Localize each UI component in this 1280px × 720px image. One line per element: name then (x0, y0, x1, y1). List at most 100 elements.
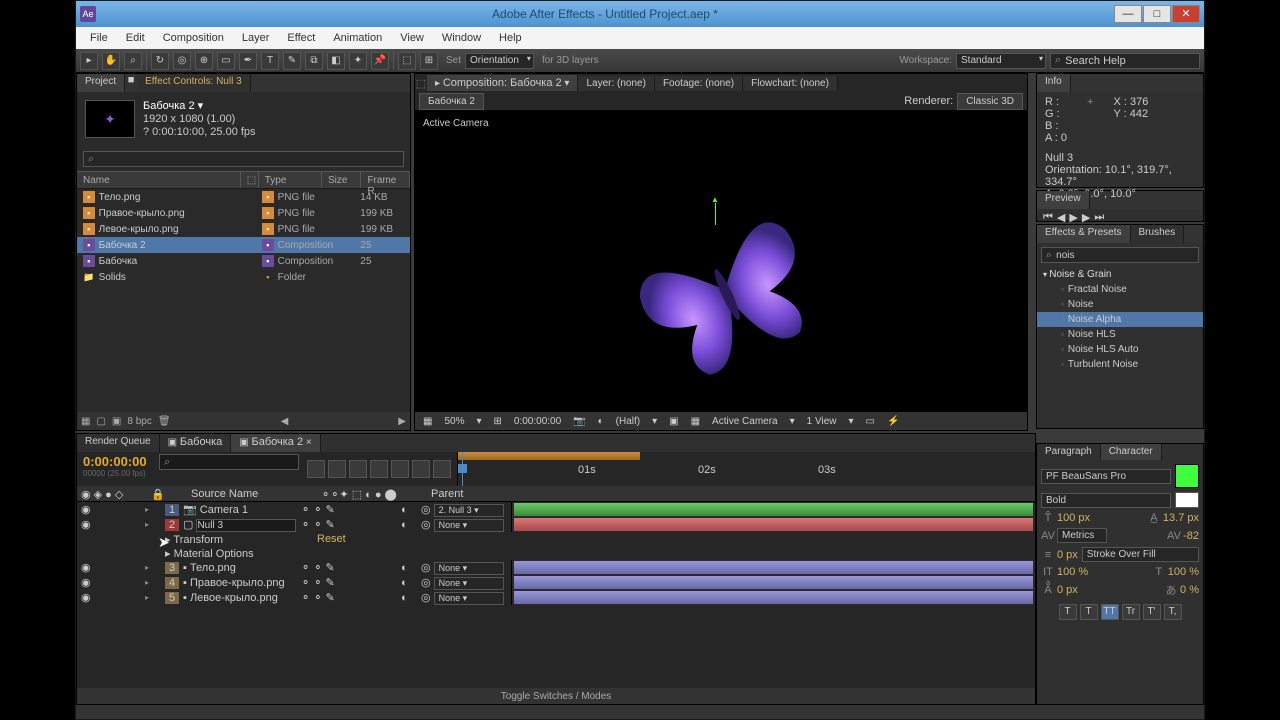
tab-render-queue[interactable]: Render Queue (77, 434, 160, 452)
hscale-input[interactable]: 100 % (1168, 566, 1199, 578)
puppet-tool-icon[interactable]: 📌 (371, 52, 389, 70)
hand-tool-icon[interactable]: ✋ (102, 52, 120, 70)
tab-footage[interactable]: Footage: (none) (655, 76, 743, 91)
small-caps-button[interactable]: Tr (1122, 604, 1140, 620)
maximize-button[interactable]: □ (1143, 5, 1171, 23)
effect-item[interactable]: Turbulent Noise (1037, 357, 1203, 372)
trash-icon[interactable]: 🗑 (158, 416, 171, 427)
effects-group[interactable]: Noise & Grain (1037, 267, 1203, 282)
kerning-select[interactable]: Metrics (1057, 528, 1107, 543)
camera-tool-icon[interactable]: ◎ (173, 52, 191, 70)
stroke-color-swatch[interactable] (1175, 492, 1199, 508)
comp-mini-icon[interactable] (307, 460, 325, 478)
tab-effect-controls[interactable]: Effect Controls: Null 3 (137, 74, 251, 92)
tab-flowchart[interactable]: Flowchart: (none) (743, 76, 838, 91)
project-item[interactable]: ▪Левое-крыло.png▪PNG file199 KB (77, 221, 410, 237)
channels-icon[interactable]: ◐ (594, 416, 608, 427)
last-frame-icon[interactable]: ⏭ (1094, 211, 1104, 224)
project-item[interactable]: ▪Правое-крыло.png▪PNG file199 KB (77, 205, 410, 221)
folder-icon[interactable]: ▢ (96, 416, 105, 427)
toggle-switches[interactable]: Toggle Switches / Modes (501, 691, 612, 702)
comp-icon[interactable]: ▣ (112, 416, 121, 427)
close-button[interactable]: ✕ (1172, 5, 1200, 23)
menu-file[interactable]: File (82, 29, 116, 47)
effect-item[interactable]: Fractal Noise (1037, 282, 1203, 297)
stroke-width-input[interactable]: 0 px (1057, 549, 1078, 561)
type-tool-icon[interactable]: T (261, 52, 279, 70)
res-icon[interactable]: ⊞ (490, 416, 506, 427)
tab-preview[interactable]: Preview (1037, 191, 1090, 209)
project-item[interactable]: ▪Бабочка 2▪Composition25 (77, 237, 410, 253)
timecode-display[interactable]: 0:00:00:00 (510, 416, 565, 427)
local-axis-icon[interactable]: ⬚ (398, 52, 416, 70)
tab-project[interactable]: Project (77, 74, 125, 92)
draft3d-icon[interactable] (328, 460, 346, 478)
clone-tool-icon[interactable]: ⧉ (305, 52, 323, 70)
rect-tool-icon[interactable]: ▭ (217, 52, 235, 70)
timeline-layer[interactable]: ◉▸2▢ ⚬ ⚬ ✎◐◎ None ▾ (77, 517, 1035, 532)
menu-help[interactable]: Help (491, 29, 530, 47)
zoom-tool-icon[interactable]: ⌕ (124, 52, 142, 70)
timeline-layer[interactable]: ◉▸1📷 Camera 1⚬ ⚬ ✎◐◎ 2. Null 3 ▾ (77, 502, 1035, 517)
play-icon[interactable]: ▶ (1069, 211, 1077, 224)
pan-behind-tool-icon[interactable]: ⊕ (195, 52, 213, 70)
grid-icon[interactable]: ▦ (419, 416, 436, 427)
tab-comp-babochka2[interactable]: ▣ Бабочка 2 × (231, 434, 320, 452)
time-ruler[interactable]: 01s 02s 03s (457, 452, 1035, 486)
faux-italic-button[interactable]: T (1080, 604, 1098, 620)
snapshot-icon[interactable]: 📷 (569, 416, 589, 427)
timeline-layer[interactable]: ◉▸5▪ Левое-крыло.png⚬ ⚬ ✎◐◎ None ▾ (77, 590, 1035, 605)
prop-material[interactable]: ▸ Material Options (77, 546, 1035, 560)
tab-brushes[interactable]: Brushes (1131, 225, 1185, 243)
workspace-select[interactable]: Standard (956, 53, 1046, 69)
first-frame-icon[interactable]: ⏮ (1043, 211, 1053, 224)
timeline-search-input[interactable] (159, 454, 299, 470)
world-axis-icon[interactable]: ⊞ (420, 52, 438, 70)
prop-transform[interactable]: ▸ TransformReset (77, 532, 1035, 546)
view-select[interactable]: 1 View (803, 416, 841, 427)
tab-effects[interactable]: Effects & Presets (1037, 225, 1131, 243)
next-frame-icon[interactable]: ▶ (1082, 211, 1090, 224)
fill-color-swatch[interactable] (1175, 464, 1199, 488)
vscale-input[interactable]: 100 % (1057, 566, 1088, 578)
menu-window[interactable]: Window (434, 29, 489, 47)
menu-layer[interactable]: Layer (234, 29, 278, 47)
camera-select[interactable]: Active Camera (708, 416, 782, 427)
menu-view[interactable]: View (392, 29, 432, 47)
tab-paragraph[interactable]: Paragraph (1037, 444, 1101, 460)
tab-composition[interactable]: ▸ Composition: Бабочка 2 ▾ (427, 75, 578, 91)
subscript-button[interactable]: T, (1164, 604, 1182, 620)
bpc-icon[interactable]: ▦ (81, 416, 90, 427)
comp-subtab[interactable]: Бабочка 2 (419, 93, 484, 110)
font-size-input[interactable]: 100 px (1057, 512, 1090, 524)
tracking-input[interactable]: -82 (1183, 530, 1199, 542)
project-item[interactable]: 📁Solids▪Folder (77, 269, 410, 285)
tab-info[interactable]: Info (1037, 74, 1071, 92)
brainstorm-icon[interactable] (391, 460, 409, 478)
effects-search-input[interactable] (1041, 247, 1199, 263)
fast-preview-icon[interactable]: ⚡ (883, 416, 903, 427)
motion-blur-icon[interactable] (370, 460, 388, 478)
baseline-input[interactable]: 0 px (1057, 584, 1078, 596)
brush-tool-icon[interactable]: ✎ (283, 52, 301, 70)
resolution-select[interactable]: (Half) (612, 416, 644, 427)
effect-item[interactable]: Noise HLS Auto (1037, 342, 1203, 357)
timeline-layer[interactable]: ◉▸3▪ Тело.png⚬ ⚬ ✎◐◎ None ▾ (77, 560, 1035, 575)
minimize-button[interactable]: — (1114, 5, 1142, 23)
project-item[interactable]: ▪Бабочка▪Composition25 (77, 253, 410, 269)
effect-item[interactable]: Noise Alpha (1037, 312, 1203, 327)
current-time[interactable]: 0:00:00:00 00000 (25.00 fps) (77, 452, 157, 486)
playhead[interactable] (462, 452, 463, 486)
faux-bold-button[interactable]: T (1059, 604, 1077, 620)
tab-comp-babochka[interactable]: ▣ Бабочка (160, 434, 232, 452)
orientation-select[interactable]: Orientation (465, 53, 534, 69)
project-search-input[interactable] (83, 151, 404, 167)
prev-frame-icon[interactable]: ◀ (1057, 211, 1065, 224)
all-caps-button[interactable]: TT (1101, 604, 1119, 620)
rotate-tool-icon[interactable]: ↻ (151, 52, 169, 70)
graph-editor-icon[interactable] (412, 460, 430, 478)
project-item[interactable]: ▪Тело.png▪PNG file14 KB (77, 189, 410, 205)
font-weight-select[interactable]: Bold (1041, 493, 1171, 508)
auto-keyframe-icon[interactable] (433, 460, 451, 478)
zoom-select[interactable]: 50% (440, 416, 468, 427)
